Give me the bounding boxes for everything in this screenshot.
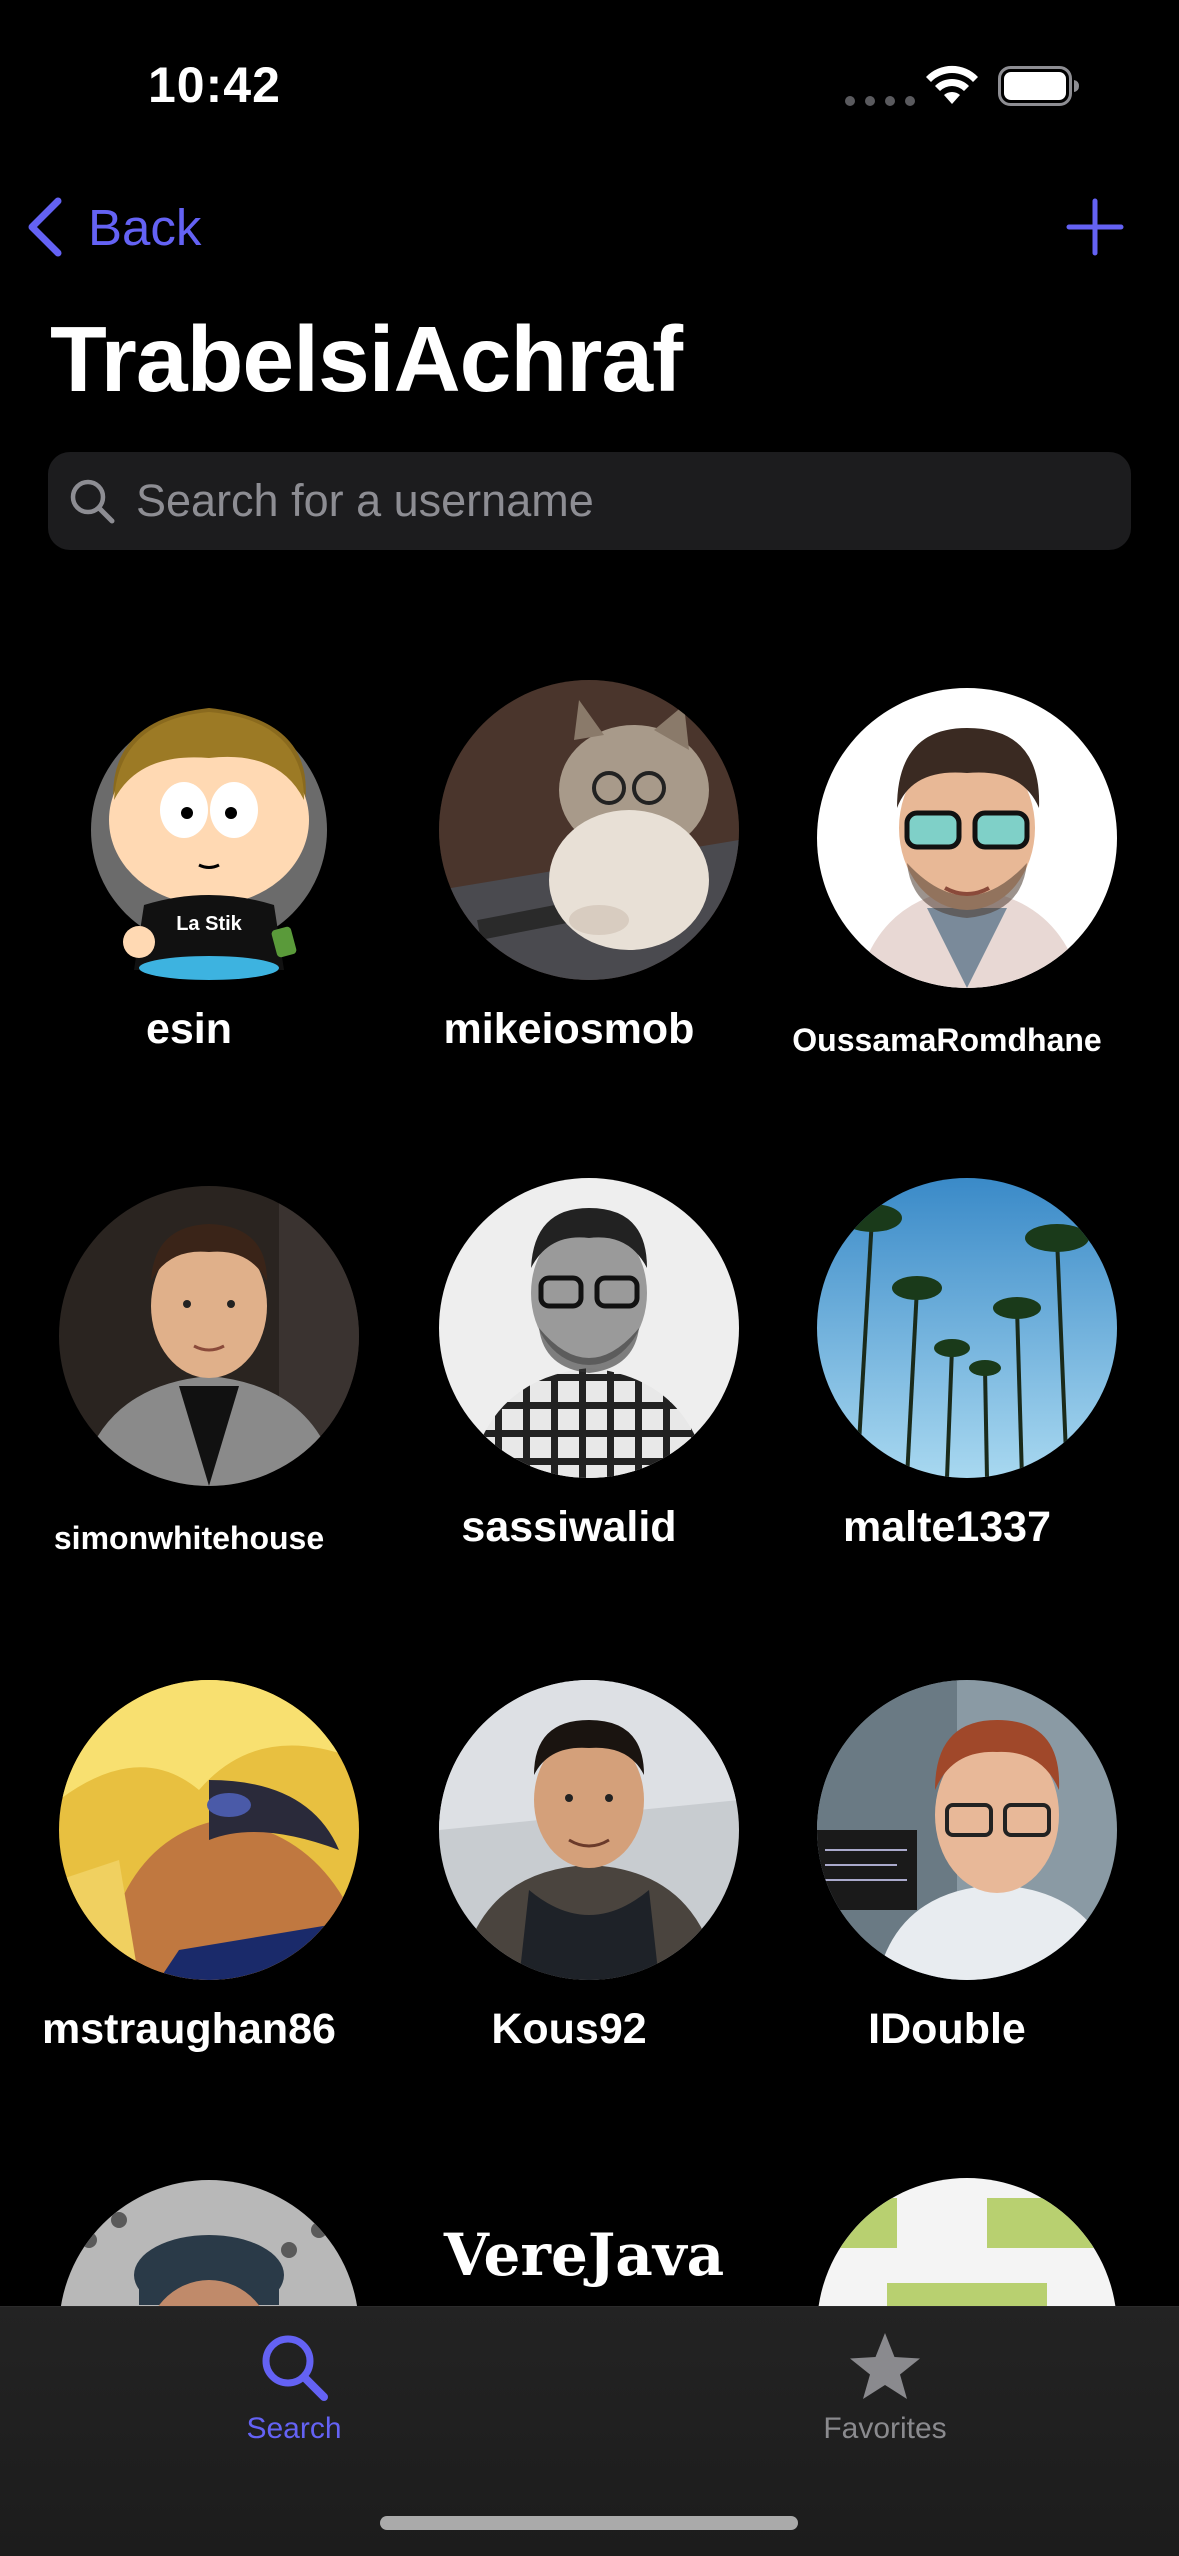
search-icon xyxy=(262,2335,328,2401)
tab-search[interactable]: Search xyxy=(144,2307,444,2487)
username: mikeiosmob xyxy=(443,1005,695,1053)
avatar-text: VereJava xyxy=(443,2221,724,2289)
user-cell[interactable]: mstraughan86 xyxy=(0,1680,378,2100)
user-cell[interactable]: IDouble xyxy=(758,1680,1136,2100)
back-button[interactable]: Back xyxy=(22,190,201,264)
avatar xyxy=(439,680,739,980)
username: malte1337 xyxy=(843,1503,1051,1551)
username: simonwhitehouse xyxy=(53,1520,325,1556)
username: IDouble xyxy=(868,2005,1026,2053)
avatar xyxy=(817,1680,1117,1980)
tab-favorites[interactable]: Favorites xyxy=(735,2307,1035,2487)
search-icon xyxy=(70,479,115,524)
user-cell[interactable]: sassiwalid xyxy=(380,1178,758,1598)
avatar xyxy=(439,1178,739,1478)
avatar xyxy=(817,1178,1117,1478)
username: OussamaRomdhane xyxy=(792,1022,1102,1058)
username: Kous92 xyxy=(491,2005,647,2053)
star-icon xyxy=(850,2333,920,2399)
avatar xyxy=(817,688,1117,988)
user-cell[interactable]: malte1337 xyxy=(758,1178,1136,1598)
avatar: La Stik xyxy=(59,680,359,980)
status-time: 10:42 xyxy=(148,57,281,113)
username: esin xyxy=(145,1005,233,1053)
home-indicator xyxy=(380,2516,798,2530)
chevron-left-icon xyxy=(28,197,62,257)
shirt-text: La Stik xyxy=(176,913,242,935)
tab-search-label: Search xyxy=(246,2412,342,2445)
user-cell[interactable]: mikeiosmob xyxy=(380,680,758,1100)
status-bar: 10:42 xyxy=(0,0,1179,150)
plus-icon[interactable] xyxy=(1066,198,1124,256)
page-title: TrabelsiAchraf xyxy=(50,307,683,411)
user-cell[interactable]: Kous92 xyxy=(380,1680,758,2100)
search-bar[interactable] xyxy=(48,452,1131,550)
avatar xyxy=(59,1680,359,1980)
user-cell[interactable]: La Stik esin xyxy=(0,680,378,1100)
battery-icon xyxy=(998,66,1079,106)
tab-favorites-label: Favorites xyxy=(823,2412,947,2445)
cellular-signal-icon xyxy=(845,96,915,106)
username: sassiwalid xyxy=(461,1503,677,1551)
avatar xyxy=(59,1186,359,1486)
back-button-label: Back xyxy=(88,198,202,256)
user-cell[interactable]: OussamaRomdhane xyxy=(758,688,1136,1108)
user-cell[interactable]: simonwhitehouse xyxy=(0,1186,378,1606)
avatar xyxy=(439,1680,739,1980)
wifi-icon xyxy=(926,65,978,104)
screen: 10:42 Back TrabelsiAchraf Search for a u… xyxy=(0,0,1179,2556)
username: mstraughan86 xyxy=(42,2005,336,2053)
search-input[interactable] xyxy=(134,460,1098,542)
